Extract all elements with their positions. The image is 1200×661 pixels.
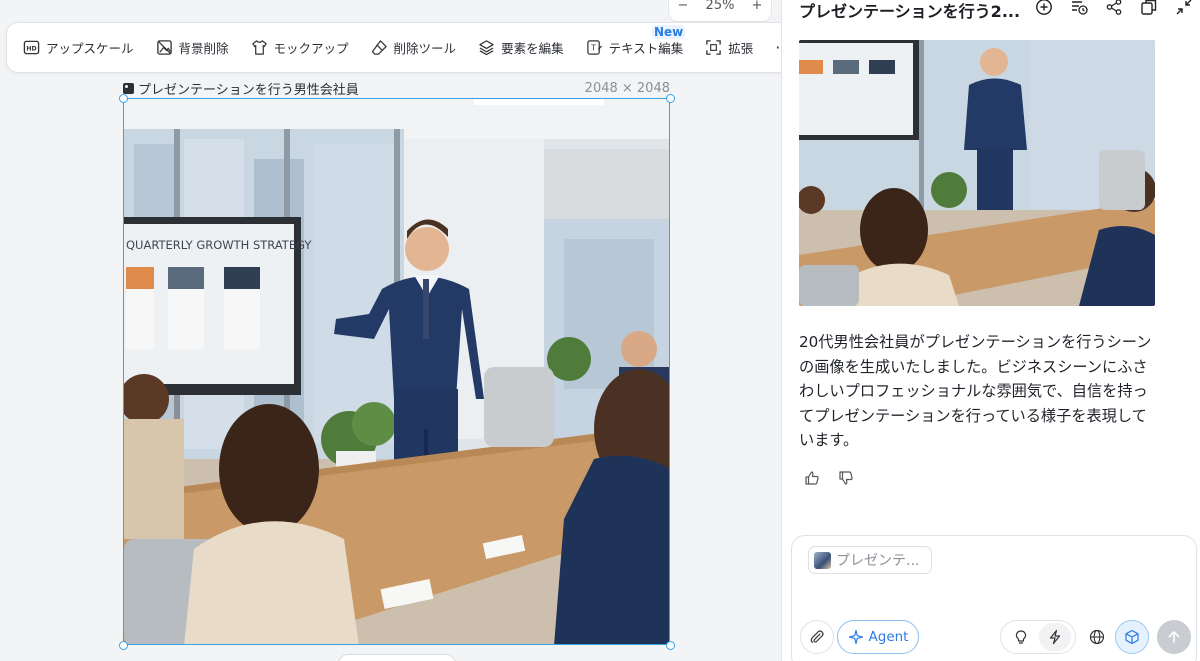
mode-think[interactable] bbox=[1005, 623, 1037, 651]
paperclip-icon bbox=[810, 630, 824, 644]
image-toolbar: HD アップスケール 背景削除 モックアップ 削除ツール 要素を編集 T テキス… bbox=[6, 22, 781, 73]
tool-label: 要素を編集 bbox=[501, 41, 564, 56]
tool-mockup[interactable]: モックアップ bbox=[251, 32, 359, 64]
tool-label: アップスケール bbox=[46, 41, 134, 56]
zoom-level: 25% bbox=[705, 0, 735, 13]
chat-title: プレゼンテーションを行う2... bbox=[799, 2, 1019, 21]
tool-label: 背景削除 bbox=[178, 41, 229, 56]
image-reference-chip[interactable]: プレゼンテ... bbox=[808, 546, 932, 574]
svg-text:HD: HD bbox=[26, 46, 36, 53]
copy-icon[interactable] bbox=[1140, 0, 1158, 16]
chat-header: プレゼンテーションを行う2... bbox=[799, 0, 1200, 24]
tool-edit-elements[interactable]: 要素を編集 bbox=[478, 32, 574, 64]
lightning-icon bbox=[1049, 629, 1061, 645]
tool-remove-background[interactable]: 背景削除 bbox=[156, 32, 239, 64]
presentation-scene-image: QUARTERLY GROWTH STRATEGY bbox=[124, 99, 669, 644]
resize-handle-bottom-right[interactable] bbox=[666, 641, 675, 650]
resize-handle-top-left[interactable] bbox=[119, 94, 128, 103]
chat-panel: プレゼンテーションを行う2... 20代男性会社員がプレゼンテーションを行うシー… bbox=[781, 0, 1200, 661]
sparkle-icon bbox=[848, 629, 863, 645]
tool-eraser[interactable]: 削除ツール bbox=[371, 32, 467, 64]
web-search-button[interactable] bbox=[1080, 620, 1114, 654]
selected-image[interactable]: QUARTERLY GROWTH STRATEGY bbox=[123, 98, 670, 645]
expand-icon bbox=[706, 40, 721, 55]
thumbs-up-icon[interactable] bbox=[804, 470, 820, 486]
shirt-icon bbox=[251, 40, 267, 55]
presentation-scene-thumbnail bbox=[799, 40, 1155, 306]
image-name: プレゼンテーションを行う男性会社員 bbox=[138, 82, 359, 98]
resize-handle-top-right[interactable] bbox=[666, 94, 675, 103]
zoom-control: − 25% + bbox=[668, 0, 772, 22]
tool-label: テキスト編集 bbox=[608, 41, 684, 56]
image-thumbnail-icon bbox=[814, 551, 831, 569]
slide-title: QUARTERLY GROWTH STRATEGY bbox=[126, 238, 312, 252]
tool-edit-text[interactable]: T テキスト編集 New bbox=[586, 24, 694, 64]
new-chat-icon[interactable] bbox=[1035, 0, 1053, 16]
globe-icon bbox=[1089, 629, 1105, 645]
image-remove-icon bbox=[156, 40, 172, 55]
attach-button[interactable] bbox=[800, 620, 834, 654]
eraser-icon bbox=[371, 40, 387, 55]
new-badge: New bbox=[651, 24, 686, 39]
cube-icon bbox=[1125, 629, 1139, 645]
mode-fast[interactable] bbox=[1039, 623, 1071, 651]
arrow-up-icon bbox=[1168, 631, 1180, 643]
history-icon[interactable] bbox=[1070, 0, 1088, 16]
tool-label: 拡張 bbox=[728, 41, 754, 56]
canvas-area[interactable]: − 25% + HD アップスケール 背景削除 モックアップ 削除ツール 要素を… bbox=[0, 0, 781, 661]
zoom-out-button[interactable]: − bbox=[678, 0, 689, 13]
share-icon[interactable] bbox=[1105, 0, 1123, 16]
svg-text:T: T bbox=[590, 43, 596, 52]
image-icon bbox=[123, 82, 134, 94]
layers-icon bbox=[479, 40, 494, 56]
generated-image-thumbnail[interactable] bbox=[799, 40, 1155, 306]
mode-toggle-group bbox=[1000, 620, 1076, 654]
hd-icon: HD bbox=[23, 40, 40, 55]
reference-label: プレゼンテ... bbox=[836, 553, 920, 569]
resize-handle-bottom-left[interactable] bbox=[119, 641, 128, 650]
agent-mode-button[interactable]: Agent bbox=[837, 620, 919, 654]
image-dimensions: 2048 × 2048 bbox=[584, 81, 670, 96]
send-button[interactable] bbox=[1157, 620, 1191, 654]
image-title: プレゼンテーションを行う男性会社員 bbox=[123, 80, 359, 98]
header-actions bbox=[1035, 0, 1193, 16]
lightbulb-icon bbox=[1015, 630, 1027, 644]
text-edit-icon: T bbox=[586, 40, 602, 55]
tool-upscale[interactable]: HD アップスケール bbox=[23, 32, 144, 64]
model-3d-button[interactable] bbox=[1115, 620, 1149, 654]
agent-label: Agent bbox=[868, 629, 909, 645]
tool-label: 削除ツール bbox=[393, 41, 457, 56]
collapse-icon[interactable] bbox=[1175, 0, 1193, 16]
zoom-in-button[interactable]: + bbox=[752, 0, 763, 13]
message-feedback bbox=[804, 470, 854, 486]
bottom-toolbar[interactable] bbox=[338, 654, 456, 661]
thumbs-down-icon[interactable] bbox=[838, 470, 854, 486]
tool-expand[interactable]: 拡張 bbox=[705, 32, 763, 64]
assistant-message: 20代男性会社員がプレゼンテーションを行うシーンの画像を生成いたしました。ビジネ… bbox=[799, 333, 1152, 449]
message-composer[interactable]: プレゼンテ... Agent bbox=[791, 535, 1197, 661]
tool-label: モックアップ bbox=[273, 41, 349, 56]
